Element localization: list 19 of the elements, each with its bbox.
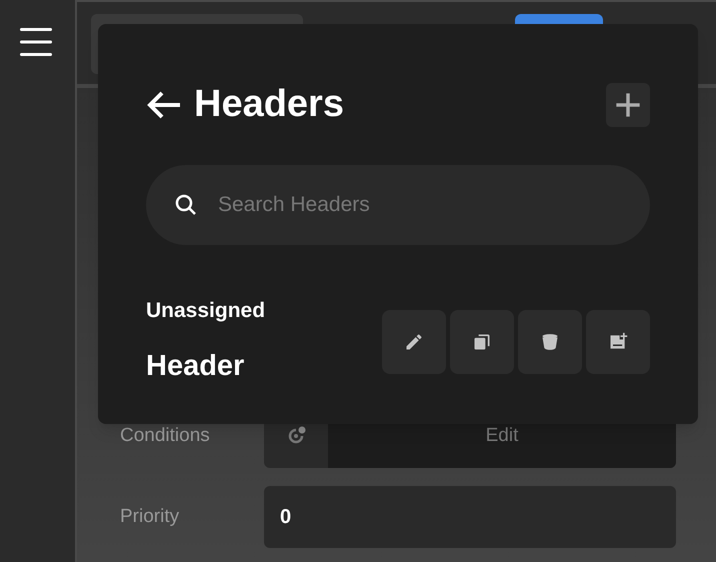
menu-icon[interactable] bbox=[20, 28, 52, 56]
field-label: Priority bbox=[120, 504, 180, 529]
popup-title: Headers bbox=[194, 82, 344, 127]
header-name: Header bbox=[146, 348, 246, 384]
pencil-icon bbox=[404, 332, 424, 352]
delete-button[interactable] bbox=[518, 310, 582, 374]
add-button[interactable] bbox=[606, 82, 650, 126]
search-field[interactable]: Search Headers bbox=[146, 165, 650, 245]
priority-field[interactable]: 0 bbox=[264, 486, 676, 548]
document-plus-icon bbox=[608, 332, 628, 352]
duplicate-button[interactable] bbox=[450, 310, 514, 374]
copy-icon bbox=[472, 332, 492, 352]
add-note-button[interactable] bbox=[586, 310, 650, 374]
field-label: Conditions bbox=[120, 424, 211, 448]
back-arrow-icon[interactable] bbox=[146, 90, 182, 120]
group-label: Unassigned bbox=[146, 298, 266, 324]
search-icon bbox=[174, 193, 198, 217]
plus-icon bbox=[614, 90, 642, 118]
bucket-icon bbox=[540, 332, 560, 352]
